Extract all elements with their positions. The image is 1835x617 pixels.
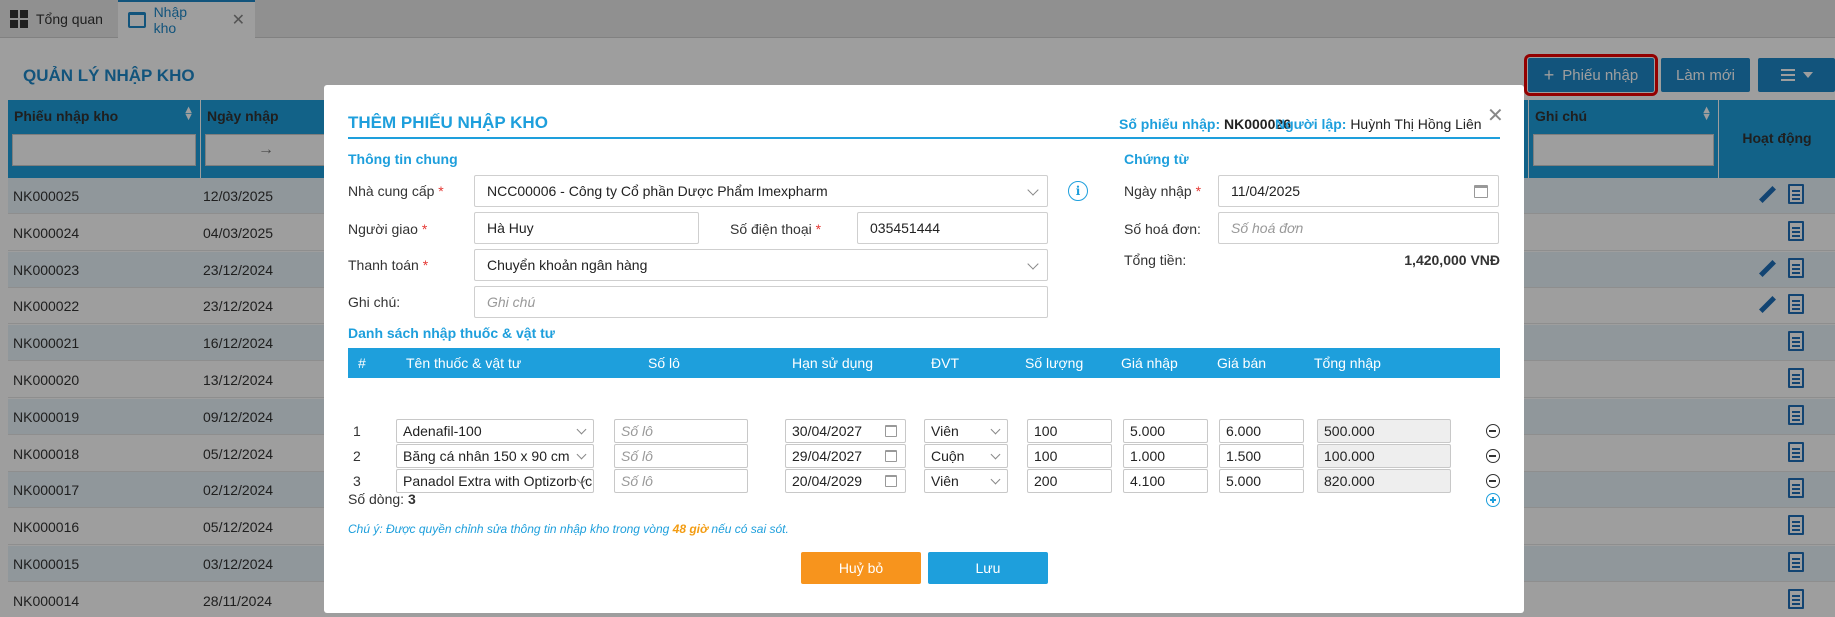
lot-input[interactable]: Số lô [614, 444, 748, 468]
edit-note: Chú ý: Được quyền chỉnh sửa thông tin nh… [348, 522, 789, 536]
lot-input[interactable]: Số lô [614, 469, 748, 493]
line-total: 820.000 [1317, 469, 1451, 493]
chevron-down-icon [1027, 258, 1039, 270]
deliverer-field[interactable]: Hà Huy [474, 212, 699, 244]
item-number: 2 [353, 448, 361, 464]
add-row-icon[interactable] [1486, 493, 1500, 507]
close-icon[interactable]: ✕ [1487, 103, 1504, 128]
row-count: Số dòng: 3 [348, 491, 416, 507]
invoice-field[interactable]: Số hoá đơn [1218, 212, 1499, 244]
quantity-input[interactable]: 200 [1027, 469, 1112, 493]
unit-select[interactable]: Cuộn [924, 444, 1008, 468]
phone-label: Số điện thoại * [730, 221, 822, 237]
expiry-date-field[interactable]: 30/04/2027 [785, 419, 906, 443]
cost-price-input[interactable]: 4.100 [1123, 469, 1208, 493]
quantity-input[interactable]: 100 [1027, 444, 1112, 468]
total-value: 1,420,000 VNĐ [1404, 252, 1500, 268]
chevron-down-icon [990, 474, 1001, 485]
supplier-label: Nhà cung cấp * [348, 183, 444, 199]
unit-select[interactable]: Viên [924, 469, 1008, 493]
cost-price-input[interactable]: 1.000 [1123, 444, 1208, 468]
calendar-icon[interactable] [885, 475, 897, 487]
calendar-icon[interactable] [885, 450, 897, 462]
modal-title: THÊM PHIẾU NHẬP KHO [348, 113, 548, 132]
receipt-number: Số phiếu nhập: NK000026 [1119, 116, 1291, 132]
supplier-select[interactable]: NCC00006 - Công ty Cổ phần Dược Phẩm Ime… [474, 175, 1048, 207]
payment-label: Thanh toán * [348, 257, 429, 273]
payment-select[interactable]: Chuyển khoản ngân hàng [474, 249, 1048, 281]
cost-price-input[interactable]: 5.000 [1123, 419, 1208, 443]
line-total: 100.000 [1317, 444, 1451, 468]
phone-field[interactable]: 035451444 [857, 212, 1048, 244]
import-date-field[interactable]: 11/04/2025 [1218, 175, 1499, 207]
items-table-header: # Tên thuốc & vật tư Số lô Hạn sử dụng Đ… [348, 348, 1500, 378]
remove-row-icon[interactable] [1486, 474, 1500, 488]
invoice-label: Số hoá đơn: [1124, 221, 1201, 237]
sale-price-input[interactable]: 5.000 [1219, 469, 1304, 493]
chevron-down-icon [1027, 184, 1039, 196]
add-receipt-modal: THÊM PHIẾU NHẬP KHO Số phiếu nhập: NK000… [324, 85, 1524, 613]
sale-price-input[interactable]: 6.000 [1219, 419, 1304, 443]
total-label: Tổng tiền: [1124, 252, 1187, 268]
info-icon[interactable]: i [1068, 181, 1088, 201]
lot-input[interactable]: Số lô [614, 419, 748, 443]
unit-select[interactable]: Viên [924, 419, 1008, 443]
chevron-down-icon [990, 424, 1001, 435]
date-label: Ngày nhập * [1124, 183, 1202, 199]
chevron-down-icon [576, 449, 587, 460]
item-name-select[interactable]: Adenafil-100 [396, 419, 594, 443]
remove-row-icon[interactable] [1486, 424, 1500, 438]
item-number: 1 [353, 423, 361, 439]
item-name-select[interactable]: Panadol Extra with Optizorb (c... [396, 469, 594, 493]
save-button[interactable]: Lưu [928, 552, 1048, 584]
general-info-title: Thông tin chung [348, 151, 458, 167]
calendar-icon[interactable] [885, 425, 897, 437]
quantity-input[interactable]: 100 [1027, 419, 1112, 443]
note-label: Ghi chú: [348, 294, 401, 310]
expiry-date-field[interactable]: 29/04/2027 [785, 444, 906, 468]
remove-row-icon[interactable] [1486, 449, 1500, 463]
line-total: 500.000 [1317, 419, 1451, 443]
creator: Người lập: Huỳnh Thị Hồng Liên [1275, 116, 1482, 132]
voucher-title: Chứng từ [1124, 151, 1189, 167]
title-divider [348, 137, 1500, 139]
note-field[interactable]: Ghi chú [474, 286, 1048, 318]
item-name-select[interactable]: Băng cá nhân 150 x 90 cm [396, 444, 594, 468]
cancel-button[interactable]: Huỷ bỏ [801, 552, 921, 584]
sale-price-input[interactable]: 1.500 [1219, 444, 1304, 468]
deliverer-label: Người giao * [348, 221, 428, 237]
calendar-icon[interactable] [1474, 185, 1488, 198]
items-title: Danh sách nhập thuốc & vật tư [348, 325, 555, 341]
expiry-date-field[interactable]: 20/04/2029 [785, 469, 906, 493]
chevron-down-icon [576, 424, 587, 435]
item-number: 3 [353, 473, 361, 489]
chevron-down-icon [990, 449, 1001, 460]
